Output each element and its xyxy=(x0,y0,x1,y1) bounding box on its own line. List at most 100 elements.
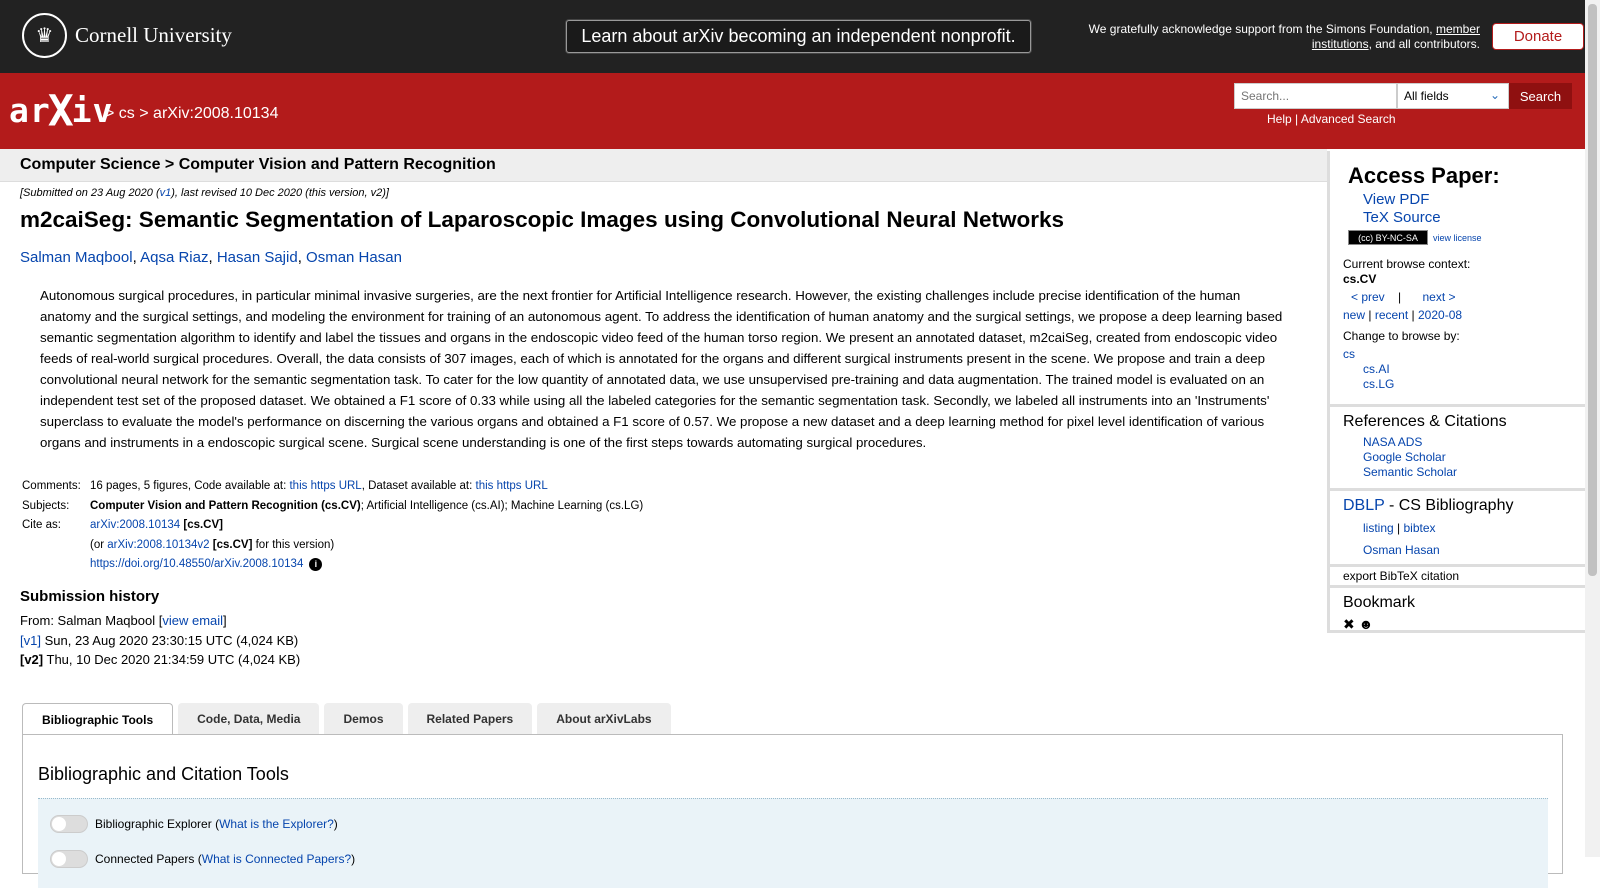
access-section: Access Paper: View PDF TeX Source (cc) B… xyxy=(1330,151,1585,407)
tab-bibliographic-tools[interactable]: Bibliographic Tools xyxy=(22,703,174,735)
scrollbar[interactable] xyxy=(1585,0,1600,857)
cite-v2-tag: [cs.CV] xyxy=(212,538,253,551)
donate-button[interactable]: Donate xyxy=(1492,23,1584,50)
browse-cs-lg-link[interactable]: cs.LG xyxy=(1363,377,1394,391)
tex-source-link[interactable]: TeX Source xyxy=(1363,209,1441,226)
author-link[interactable]: Salman Maqbool xyxy=(20,249,133,266)
cite-v2-pre: (or xyxy=(90,538,105,551)
dblp-bibtex-link[interactable]: bibtex xyxy=(1404,521,1436,535)
submission-dateline: [Submitted on 23 Aug 2020 (v1), last rev… xyxy=(20,187,389,199)
arxiv-logo[interactable]: arXiv xyxy=(9,85,113,136)
recent-link[interactable]: recent xyxy=(1375,308,1408,322)
explorer-toggle[interactable] xyxy=(50,815,88,833)
v1-date: Sun, 23 Aug 2020 23:30:15 UTC (4,024 KB) xyxy=(44,632,299,648)
cite-id-link[interactable]: arXiv:2008.10134 xyxy=(90,519,180,531)
dblp-author-row: Osman Hasan xyxy=(1343,543,1585,560)
breadcrumb-cs[interactable]: cs xyxy=(119,105,135,122)
help-sep: | xyxy=(1295,112,1299,126)
tab-demos[interactable]: Demos xyxy=(324,703,403,735)
dblp-author-link[interactable]: Osman Hasan xyxy=(1363,543,1440,557)
export-bibtex-link[interactable]: export BibTeX citation xyxy=(1343,569,1585,584)
browse-context: cs.CV xyxy=(1343,272,1377,286)
tool-list: Bibliographic Explorer (What is the Expl… xyxy=(38,798,1548,888)
bookmark-heading: Bookmark xyxy=(1343,594,1416,611)
dblp-links: listing | bibtex xyxy=(1343,521,1585,536)
top-banner: ♛ Cornell University Learn about arXiv b… xyxy=(0,0,1585,73)
search-field-value: All fields xyxy=(1404,89,1449,103)
metadata-table: Comments: 16 pages, 5 figures, Code avai… xyxy=(20,477,645,575)
scrollbar-thumb[interactable] xyxy=(1588,4,1597,576)
view-license-link[interactable]: view license xyxy=(1433,233,1482,243)
explorer-help-link[interactable]: What is the Explorer? xyxy=(219,817,334,831)
view-email-link[interactable]: view email xyxy=(162,613,223,628)
browse-cs-ai-link[interactable]: cs.AI xyxy=(1363,362,1390,376)
cc-license-icon[interactable]: (cc) BY-NC-SA xyxy=(1348,230,1428,245)
new-link[interactable]: new xyxy=(1343,308,1365,322)
browse-cs-lg-row: cs.LG xyxy=(1343,377,1585,400)
author-list: Salman Maqbool, Aqsa Riaz, Hasan Sajid, … xyxy=(20,249,402,266)
cite-v2-post: for this version) xyxy=(255,538,335,551)
right-sidebar: Access Paper: View PDF TeX Source (cc) B… xyxy=(1327,151,1585,633)
nasa-ads-link[interactable]: NASA ADS xyxy=(1363,435,1422,449)
dblp-rest: - CS Bibliography xyxy=(1384,497,1514,514)
change-browse-label: Change to browse by: xyxy=(1343,329,1460,343)
prev-link[interactable]: < prev xyxy=(1351,290,1385,304)
author-link[interactable]: Aqsa Riaz xyxy=(140,249,208,266)
search-button[interactable]: Search xyxy=(1509,83,1572,109)
view-pdf-link[interactable]: View PDF xyxy=(1363,191,1429,208)
v1-link[interactable]: v1 xyxy=(160,187,172,199)
announcement-button[interactable]: Learn about arXiv becoming an independen… xyxy=(566,20,1031,53)
acknowledgement: We gratefully acknowledge support from t… xyxy=(1060,22,1480,52)
month-link[interactable]: 2020-08 xyxy=(1418,308,1462,322)
browse-context-label: Current browse context: xyxy=(1343,257,1471,271)
prev-next: < prev | next > xyxy=(1343,290,1585,305)
export-section: export BibTeX citation xyxy=(1330,567,1585,588)
comments-text: , Dataset available at: xyxy=(361,480,473,492)
dblp-link[interactable]: DBLP xyxy=(1343,497,1385,514)
cornell-logo[interactable]: ♛ Cornell University xyxy=(22,13,232,58)
advanced-search-link[interactable]: Advanced Search xyxy=(1301,112,1396,126)
connected-papers-help-link[interactable]: What is Connected Papers? xyxy=(202,852,351,866)
cite-v2-link[interactable]: arXiv:2008.10134v2 xyxy=(107,539,209,551)
submission-history: From: Salman Maqbool [view email] [v1] S… xyxy=(20,611,300,670)
abstract: Autonomous surgical procedures, in parti… xyxy=(40,288,1283,450)
connected-papers-name: Connected Papers xyxy=(95,852,195,866)
cornell-seal-icon: ♛ xyxy=(22,13,67,58)
search-input[interactable] xyxy=(1234,83,1397,109)
author-link[interactable]: Osman Hasan xyxy=(306,249,402,266)
author-link[interactable]: Hasan Sajid xyxy=(217,249,298,266)
license: (cc) BY-NC-SA view license xyxy=(1348,230,1585,245)
tools-panel: Bibliographic and Citation Tools Bibliog… xyxy=(22,734,1563,888)
breadcrumb-sep: > xyxy=(105,105,115,122)
from-close: ] xyxy=(223,613,227,628)
google-scholar-link[interactable]: Google Scholar xyxy=(1363,450,1446,464)
tab-code-data-media[interactable]: Code, Data, Media xyxy=(178,703,320,735)
comments-label: Comments: xyxy=(22,480,81,492)
tab-about-arxivlabs[interactable]: About arXivLabs xyxy=(537,703,671,735)
dblp-listing-link[interactable]: listing xyxy=(1363,521,1394,535)
primary-subject: Computer Vision and Pattern Recognition … xyxy=(90,499,361,512)
browse-cs-link[interactable]: cs xyxy=(1343,347,1355,361)
bibsonomy-icon[interactable]: ✖ xyxy=(1343,616,1355,632)
code-url-link[interactable]: this https URL xyxy=(289,480,361,492)
cite-tag: [cs.CV] xyxy=(183,519,223,531)
connected-papers-label: Connected Papers (What is Connected Pape… xyxy=(95,852,356,866)
next-link[interactable]: next > xyxy=(1423,290,1456,304)
sep: | xyxy=(1368,308,1372,322)
info-icon[interactable]: i xyxy=(309,558,323,571)
help-link[interactable]: Help xyxy=(1267,112,1292,126)
search-field-select[interactable]: All fields ⌄ xyxy=(1397,83,1509,109)
tab-related-papers[interactable]: Related Papers xyxy=(407,703,533,735)
references-section: References & Citations NASA ADS Google S… xyxy=(1330,407,1585,491)
from-label: From: Salman Maqbool [ xyxy=(20,613,163,628)
connected-papers-toggle[interactable] xyxy=(50,850,88,868)
doi-link[interactable]: https://doi.org/10.48550/arXiv.2008.1013… xyxy=(90,558,303,570)
semantic-scholar-link[interactable]: Semantic Scholar xyxy=(1363,465,1457,479)
v1-version-link[interactable]: [v1] xyxy=(20,633,41,648)
reddit-icon[interactable]: ☻ xyxy=(1359,616,1374,632)
other-subjects: ; Artificial Intelligence (cs.AI); Machi… xyxy=(360,499,644,512)
subjects-label: Subjects: xyxy=(22,499,70,512)
ack-text: We gratefully acknowledge support from t… xyxy=(1088,22,1433,36)
explorer-name: Bibliographic Explorer xyxy=(95,817,212,831)
dataset-url-link[interactable]: this https URL xyxy=(476,480,548,492)
